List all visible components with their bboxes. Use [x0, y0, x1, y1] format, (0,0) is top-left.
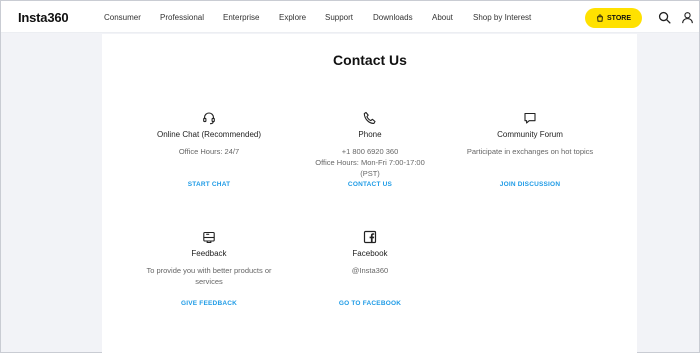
top-navigation: Insta360 Consumer Professional Enterpris… — [1, 1, 699, 33]
card-phone: Phone +1 800 6920 360 Office Hours: Mon-… — [290, 111, 450, 188]
card-feedback: Feedback To provide you with better prod… — [129, 230, 289, 307]
feedback-description-line-2: services — [195, 277, 223, 286]
nav-link-downloads[interactable]: Downloads — [373, 13, 413, 22]
start-chat-link[interactable]: START CHAT — [129, 181, 289, 188]
card-facebook: Facebook @Insta360 GO TO FACEBOOK — [290, 230, 450, 307]
facebook-handle-text: @Insta360 — [351, 266, 389, 275]
office-hours-text: Office Hours: 24/7 — [178, 147, 240, 156]
brand-logo[interactable]: Insta360 — [18, 10, 69, 25]
phone-icon — [363, 111, 376, 124]
nav-link-about[interactable]: About — [432, 13, 453, 22]
nav-link-explore[interactable]: Explore — [279, 13, 306, 22]
card-description: To provide you with better products or s… — [129, 265, 289, 287]
feedback-icon — [203, 231, 215, 244]
card-description: @Insta360 — [290, 265, 450, 276]
shopping-bag-icon — [597, 14, 603, 22]
join-discussion-link[interactable]: JOIN DISCUSSION — [450, 181, 610, 188]
card-title: Online Chat (Recommended) — [156, 130, 262, 139]
card-title: Community Forum — [497, 130, 563, 139]
phone-number-text: +1 800 6920 360 — [341, 147, 399, 156]
user-icon[interactable] — [681, 11, 694, 24]
card-online-chat: Online Chat (Recommended) Office Hours: … — [129, 111, 289, 188]
card-title: Feedback — [191, 249, 227, 258]
nav-link-professional[interactable]: Professional — [160, 13, 204, 22]
store-button[interactable]: STORE — [585, 8, 642, 28]
card-community-forum: Community Forum Participate in exchanges… — [450, 111, 610, 188]
card-title: Facebook — [352, 249, 388, 258]
store-button-label: STORE — [607, 14, 631, 22]
contact-us-link[interactable]: CONTACT US — [290, 181, 450, 188]
nav-link-consumer[interactable]: Consumer — [104, 13, 141, 22]
give-feedback-link[interactable]: GIVE FEEDBACK — [129, 300, 289, 307]
go-to-facebook-link[interactable]: GO TO FACEBOOK — [290, 300, 450, 307]
headset-icon — [203, 112, 215, 125]
nav-link-enterprise[interactable]: Enterprise — [223, 13, 259, 22]
page-title: Contact Us — [333, 52, 407, 68]
forum-description-text: Participate in exchanges on hot topics — [466, 147, 594, 156]
nav-link-shop-by-interest[interactable]: Shop by Interest — [473, 13, 531, 22]
timezone-text: (PST) — [360, 169, 380, 178]
search-icon[interactable] — [658, 11, 671, 24]
card-title: Phone — [358, 130, 382, 139]
feedback-description-line-1: To provide you with better products or — [146, 266, 272, 275]
card-description: Office Hours: 24/7 — [129, 146, 289, 157]
card-description: +1 800 6920 360 Office Hours: Mon-Fri 7:… — [290, 146, 450, 179]
card-description: Participate in exchanges on hot topics — [450, 146, 610, 157]
office-hours-text: Office Hours: Mon-Fri 7:00-17:00 — [315, 158, 425, 167]
facebook-icon — [363, 230, 377, 244]
nav-link-support[interactable]: Support — [325, 13, 353, 22]
chat-bubble-icon — [524, 112, 536, 124]
